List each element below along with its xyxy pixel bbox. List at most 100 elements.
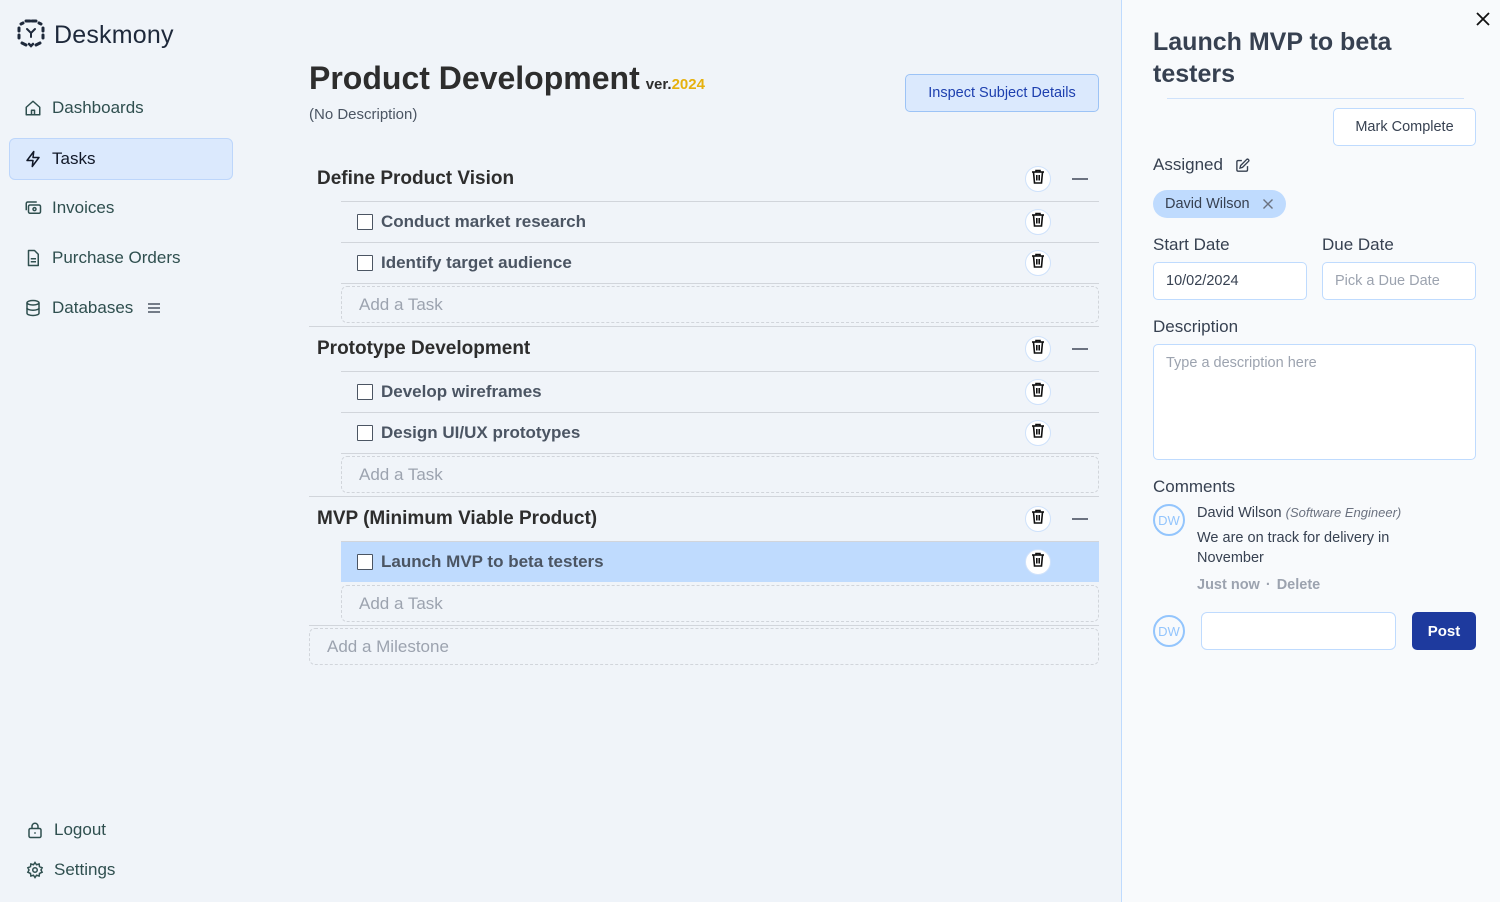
delete-task-button[interactable] — [1025, 250, 1051, 276]
sidebar-item-label: Invoices — [52, 198, 115, 217]
sidebar: Deskmony Dashboards Tasks Invoices Purch… — [0, 0, 250, 902]
milestone-title: Define Product Vision — [317, 168, 515, 189]
trash-icon — [1031, 212, 1045, 232]
trash-icon — [1031, 339, 1045, 359]
add-milestone-input[interactable]: Add a Milestone — [309, 628, 1099, 665]
task-label: Identify target audience — [381, 253, 572, 272]
task-detail-panel: Launch MVP to beta testers Mark Complete… — [1121, 0, 1500, 902]
page-title: Product Development — [309, 60, 640, 96]
milestone-header[interactable]: Define Product Vision — [309, 157, 1099, 201]
milestone-title: Prototype Development — [317, 338, 531, 359]
settings-label: Settings — [54, 860, 116, 879]
page-header: Product Development ver.2024 — [309, 60, 705, 97]
sidebar-item-databases[interactable]: Databases — [9, 287, 233, 329]
collapse-milestone-button[interactable] — [1072, 518, 1088, 520]
version-prefix: ver. — [645, 76, 672, 93]
divider — [341, 283, 1099, 284]
task-label: Conduct market research — [381, 212, 587, 231]
lightning-icon — [24, 150, 42, 168]
logo-icon — [16, 18, 46, 53]
edit-icon[interactable] — [1235, 158, 1251, 174]
comment-text: We are on track for delivery in November — [1197, 530, 1390, 566]
version-year: 2024 — [671, 76, 705, 93]
sidebar-item-purchase-orders[interactable]: Purchase Orders — [9, 237, 233, 279]
delete-comment-link[interactable]: Delete — [1277, 577, 1321, 593]
add-task-input[interactable]: Add a Task — [341, 585, 1099, 622]
delete-task-button[interactable] — [1025, 379, 1051, 405]
description-label: Description — [1153, 317, 1239, 336]
avatar: DW — [1153, 504, 1185, 536]
comment-author-name: David Wilson — [1197, 505, 1282, 521]
delete-milestone-button[interactable] — [1025, 506, 1051, 532]
inspect-subject-details-button[interactable]: Inspect Subject Details — [905, 74, 1099, 112]
task-checkbox[interactable] — [357, 384, 373, 400]
settings-button[interactable]: Settings — [26, 860, 115, 880]
sidebar-item-label: Purchase Orders — [52, 248, 181, 267]
trash-icon — [1031, 552, 1045, 572]
menu-icon[interactable] — [147, 302, 161, 314]
delete-milestone-button[interactable] — [1025, 336, 1051, 362]
delete-task-button[interactable] — [1025, 209, 1051, 235]
post-comment-button[interactable]: Post — [1412, 612, 1476, 650]
comment-meta: Just now · Delete — [1197, 577, 1320, 593]
collapse-milestone-button[interactable] — [1072, 178, 1088, 180]
milestone-header[interactable]: MVP (Minimum Viable Product) — [309, 497, 1099, 541]
task-label: Design UI/UX prototypes — [381, 423, 581, 442]
logout-label: Logout — [54, 820, 106, 839]
add-task-input[interactable]: Add a Task — [341, 456, 1099, 493]
start-date-input[interactable]: 10/02/2024 — [1153, 262, 1307, 300]
divider — [341, 453, 1099, 454]
description-textarea[interactable]: Type a description here — [1153, 344, 1476, 460]
collapse-milestone-button[interactable] — [1072, 348, 1088, 350]
add-task-input[interactable]: Add a Task — [341, 286, 1099, 323]
comment-author-role: (Software Engineer) — [1285, 505, 1402, 520]
task-checkbox[interactable] — [357, 554, 373, 570]
comment-author: David Wilson (Software Engineer) — [1197, 505, 1401, 521]
app-name: Deskmony — [54, 21, 174, 49]
sidebar-item-label: Tasks — [52, 149, 96, 168]
comment-time: Just now — [1197, 577, 1260, 593]
divider — [309, 625, 1099, 626]
assignee-chip: David Wilson — [1153, 190, 1286, 218]
remove-assignee-icon[interactable] — [1262, 198, 1274, 210]
comment-input[interactable] — [1201, 612, 1396, 650]
sidebar-item-dashboards[interactable]: Dashboards — [9, 87, 233, 129]
assigned-label: Assigned — [1153, 155, 1223, 174]
page-description: (No Description) — [309, 106, 418, 123]
milestone-title: MVP (Minimum Viable Product) — [317, 508, 598, 529]
home-icon — [24, 99, 42, 117]
document-icon — [24, 249, 42, 267]
task-checkbox[interactable] — [357, 425, 373, 441]
trash-icon — [1031, 423, 1045, 443]
task-label: Develop wireframes — [381, 382, 542, 401]
task-row[interactable]: Conduct market research — [341, 202, 1099, 242]
database-icon — [24, 299, 42, 317]
task-row[interactable]: Identify target audience — [341, 243, 1099, 283]
sidebar-item-tasks[interactable]: Tasks — [9, 138, 233, 180]
task-checkbox[interactable] — [357, 255, 373, 271]
task-checkbox[interactable] — [357, 214, 373, 230]
delete-task-button[interactable] — [1025, 420, 1051, 446]
delete-milestone-button[interactable] — [1025, 166, 1051, 192]
trash-icon — [1031, 509, 1045, 529]
due-date-input[interactable]: Pick a Due Date — [1322, 262, 1476, 300]
due-date-label: Due Date — [1322, 235, 1394, 254]
sidebar-item-label: Databases — [52, 298, 134, 317]
logo[interactable]: Deskmony — [16, 18, 174, 53]
sidebar-item-invoices[interactable]: Invoices — [9, 187, 233, 229]
mark-complete-button[interactable]: Mark Complete — [1333, 108, 1476, 146]
task-label: Launch MVP to beta testers — [381, 552, 604, 571]
current-user-avatar: DW — [1153, 615, 1185, 647]
task-row[interactable]: Develop wireframes — [341, 372, 1099, 412]
close-icon[interactable] — [1474, 10, 1492, 28]
sidebar-item-label: Dashboards — [52, 98, 144, 117]
invoice-icon — [24, 199, 42, 217]
task-row[interactable]: Design UI/UX prototypes — [341, 413, 1099, 453]
milestone-header[interactable]: Prototype Development — [309, 327, 1099, 371]
delete-task-button[interactable] — [1025, 549, 1051, 575]
logout-button[interactable]: Logout — [26, 820, 106, 840]
separator: · — [1265, 577, 1271, 593]
task-row-selected[interactable]: Launch MVP to beta testers — [341, 542, 1099, 582]
assignee-name: David Wilson — [1165, 196, 1250, 212]
divider — [1167, 98, 1464, 99]
